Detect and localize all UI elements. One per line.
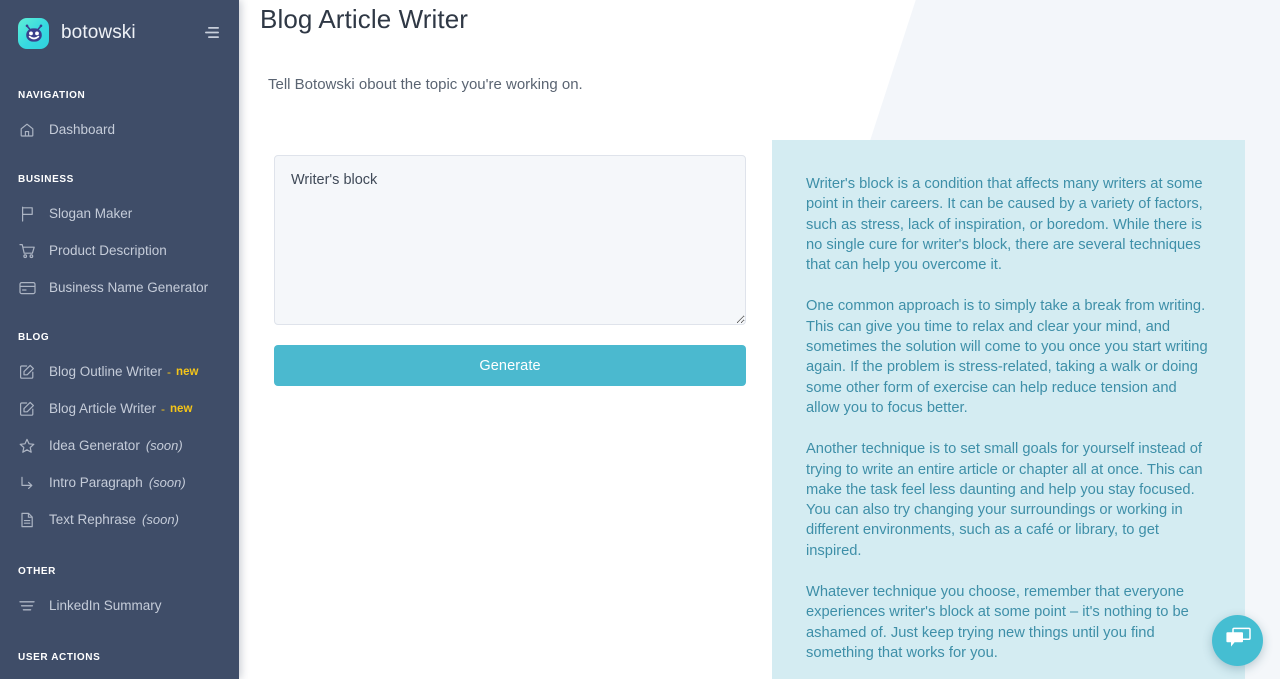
result-panel: Writer's block is a condition that affec… [772, 140, 1245, 679]
result-paragraph: Whatever technique you choose, remember … [806, 584, 1189, 661]
sidebar-section-blog: BLOG [18, 331, 50, 343]
sidebar-item-label: LinkedIn Summary [49, 597, 162, 613]
edit-square-icon [18, 363, 36, 381]
document-icon [18, 511, 36, 529]
sidebar-item-new-badge: new [170, 402, 193, 415]
sidebar-item-idea-generator[interactable]: Idea Generator (soon) [0, 427, 239, 464]
align-lines-icon [18, 597, 36, 615]
home-icon [18, 121, 36, 139]
app-root: botowski NAVIGATION Dashboard BUSINESS S… [0, 0, 1280, 679]
sidebar-section-navigation: NAVIGATION [18, 89, 86, 101]
sidebar-item-badge-dash: - [161, 401, 166, 416]
sidebar-item-business-name-generator[interactable]: Business Name Generator [0, 269, 239, 306]
sidebar-item-label: Text Rephrase [49, 511, 137, 527]
sidebar-item-label: Idea Generator [49, 437, 140, 453]
generate-button[interactable]: Generate [274, 345, 746, 386]
sidebar-toggle-icon[interactable] [201, 22, 223, 44]
sidebar-item-label: Blog Article Writer [49, 400, 157, 416]
brand-name: botowski [61, 22, 136, 43]
sidebar-section-other: OTHER [18, 565, 56, 577]
robot-face-icon [18, 17, 49, 49]
sidebar: botowski NAVIGATION Dashboard BUSINESS S… [0, 0, 239, 679]
sidebar-item-blog-article-writer[interactable]: Blog Article Writer - new [0, 390, 239, 427]
edit-square-icon [18, 400, 36, 418]
sidebar-item-dashboard[interactable]: Dashboard [0, 111, 239, 148]
result-paragraph: Another technique is to set small goals … [806, 441, 1203, 559]
result-paragraph: Writer's block is a condition that affec… [806, 176, 1203, 274]
sidebar-item-label: Business Name Generator [49, 279, 209, 295]
sidebar-item-label: Blog Outline Writer [49, 363, 163, 379]
chat-launcher-button[interactable] [1212, 615, 1263, 666]
sidebar-item-soon-badge: (soon) [148, 475, 186, 490]
main-content: Blog Article Writer Tell Botowski obout … [239, 0, 1280, 679]
flag-icon [18, 205, 36, 223]
arrow-turn-icon [18, 474, 36, 492]
sidebar-item-badge-dash: - [167, 364, 172, 379]
topic-input[interactable] [274, 155, 746, 325]
sidebar-item-soon-badge: (soon) [145, 438, 183, 453]
sidebar-item-linkedin-summary[interactable]: LinkedIn Summary [0, 587, 239, 624]
sidebar-item-text-rephrase[interactable]: Text Rephrase (soon) [0, 501, 239, 538]
shopping-cart-icon [18, 242, 36, 260]
sidebar-item-product-description[interactable]: Product Description [0, 232, 239, 269]
credit-card-icon [18, 279, 36, 297]
sidebar-item-label: Slogan Maker [49, 205, 133, 221]
sidebar-item-new-badge: new [176, 365, 199, 378]
sidebar-item-soon-badge: (soon) [142, 512, 179, 527]
sidebar-item-label: Product Description [49, 242, 167, 258]
sidebar-section-business: BUSINESS [18, 173, 74, 185]
sidebar-item-label: Dashboard [49, 121, 116, 137]
result-paragraph: One common approach is to simply take a … [806, 298, 1208, 416]
topic-form: Generate [274, 155, 746, 386]
star-icon [18, 437, 36, 455]
sidebar-header: botowski [0, 0, 239, 66]
page-subtitle: Tell Botowski obout the topic you're wor… [268, 76, 583, 93]
chat-bubble-icon [1225, 626, 1251, 655]
page-title: Blog Article Writer [260, 4, 469, 34]
sidebar-section-user-actions: USER ACTIONS [18, 651, 101, 663]
sidebar-item-label: Intro Paragraph [49, 474, 143, 490]
sidebar-item-blog-outline-writer[interactable]: Blog Outline Writer - new [0, 353, 239, 390]
sidebar-item-intro-paragraph[interactable]: Intro Paragraph (soon) [0, 464, 239, 501]
sidebar-item-slogan-maker[interactable]: Slogan Maker [0, 195, 239, 232]
